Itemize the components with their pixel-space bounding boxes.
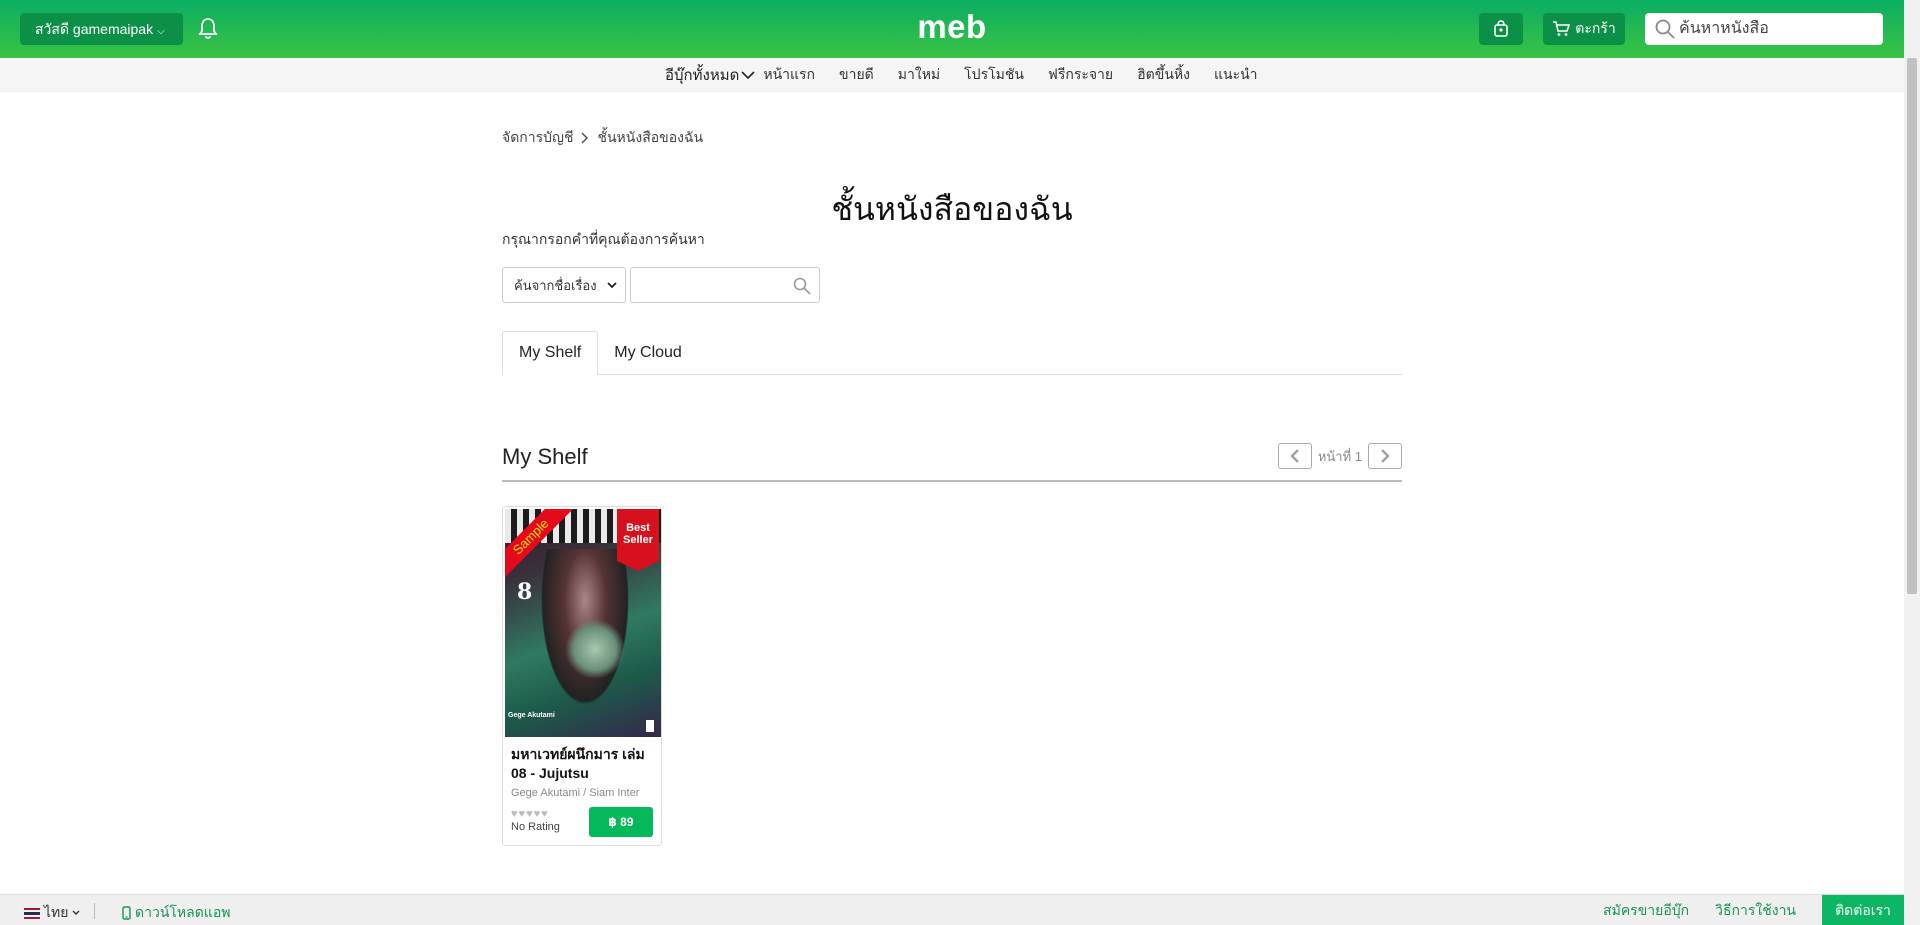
search-prompt: กรุณากรอกคำที่คุณต้องการค้นหา — [502, 231, 705, 247]
search-type-value: ค้นจากชื่อเรื่อง — [514, 277, 597, 293]
book-author[interactable]: Gege Akutami / Siam Inter — [511, 787, 657, 799]
page-scrollbar[interactable] — [1904, 0, 1920, 925]
best-seller-badge: Best Seller — [617, 509, 659, 571]
star-icon: ♥ — [511, 808, 518, 820]
nav-item-free[interactable]: ฟรีกระจาย — [1048, 64, 1113, 86]
star-icon: ♥ — [541, 808, 548, 820]
chevron-left-icon — [1290, 449, 1299, 463]
top-search-box[interactable] — [1645, 13, 1883, 45]
all-ebooks-label: อีบุ๊กทั้งหมด — [665, 67, 740, 84]
all-ebooks-menu[interactable]: อีบุ๊กทั้งหมด — [665, 63, 755, 87]
shelf-tabs: My Shelf My Cloud — [502, 331, 1402, 375]
chevron-right-icon — [581, 132, 589, 144]
seller-signup-link[interactable]: สมัครขายอีบุ๊ก — [1603, 900, 1689, 922]
rating-text: No Rating — [511, 821, 560, 833]
search-icon[interactable] — [793, 277, 811, 300]
book-cover-image[interactable]: 8 Gege Akutami Sample Best Seller — [505, 509, 661, 737]
nav-item-recommended[interactable]: แนะนำ — [1214, 64, 1258, 86]
nav-item-bestseller[interactable]: ขายดี — [839, 64, 874, 86]
top-search-input[interactable] — [1679, 20, 1869, 38]
book-title[interactable]: มหาเวทย์ผนึกมาร เล่ม 08 - Jujutsu — [511, 745, 657, 783]
meb-logo[interactable]: meb — [900, 8, 1004, 46]
breadcrumb-account[interactable]: จัดการบัญชี — [502, 127, 573, 149]
top-bar: สวัสดี gamemaipak ⌵ meb ตะกร้า — [0, 0, 1904, 58]
tab-my-cloud[interactable]: My Cloud — [598, 331, 698, 374]
thai-flag-icon — [24, 907, 40, 919]
breadcrumb: จัดการบัญชี ชั้นหนังสือของฉัน — [502, 127, 703, 149]
language-selector[interactable]: ไทย — [24, 902, 80, 924]
download-app-label: ดาวน์โหลดแอพ — [135, 904, 231, 920]
badge-line-2: Seller — [623, 534, 653, 546]
nav-item-hits[interactable]: ฮิตขึ้นหิ้ง — [1137, 64, 1190, 86]
page-indicator: หน้าที่ 1 — [1317, 448, 1362, 464]
star-icon: ♥ — [533, 808, 541, 820]
next-page-button[interactable] — [1368, 443, 1402, 469]
star-icon: ♥ — [526, 808, 533, 820]
cart-button[interactable]: ตะกร้า — [1543, 13, 1625, 45]
star-icon: ♥ — [518, 808, 526, 820]
tab-my-shelf[interactable]: My Shelf — [502, 331, 599, 375]
notification-bell-icon[interactable] — [198, 17, 218, 41]
chevron-down-icon — [72, 910, 80, 915]
download-app-link[interactable]: ดาวน์โหลดแอพ — [122, 902, 230, 924]
category-nav: อีบุ๊กทั้งหมด หน้าแรก ขายดี มาใหม่ โปรโม… — [0, 58, 1904, 92]
nav-item-promotion[interactable]: โปรโมชัน — [964, 64, 1024, 86]
greeting-text: สวัสดี gamemaipak — [35, 21, 154, 37]
cover-volume-number: 8 — [517, 579, 533, 605]
language-label: ไทย — [44, 904, 69, 920]
publisher-logo-icon — [645, 719, 655, 733]
cover-author-text: Gege Akutami — [508, 712, 555, 719]
book-card[interactable]: 8 Gege Akutami Sample Best Seller มหาเวท… — [502, 506, 662, 846]
chevron-down-icon: ⌵ — [157, 26, 165, 37]
shelf-search-input[interactable] — [630, 267, 820, 303]
badge-line-1: Best — [626, 522, 650, 534]
nav-item-home[interactable]: หน้าแรก — [763, 64, 815, 86]
cover-arm-art — [565, 619, 625, 679]
chevron-down-icon — [741, 71, 755, 80]
rating-stars: ♥ ♥ ♥ ♥ ♥ — [511, 808, 548, 820]
contact-button[interactable]: ติดต่อเรา — [1822, 895, 1904, 925]
cart-label: ตะกร้า — [1575, 20, 1616, 36]
pager: หน้าที่ 1 — [1277, 443, 1402, 469]
price-button[interactable]: ฿ 89 — [589, 807, 653, 837]
scrollbar-thumb[interactable] — [1907, 58, 1917, 594]
footer-divider — [94, 903, 95, 919]
phone-icon — [122, 906, 131, 920]
chevron-down-icon — [607, 281, 617, 288]
nav-item-new[interactable]: มาใหม่ — [898, 64, 940, 86]
cart-icon — [1553, 21, 1571, 36]
account-menu-button[interactable]: สวัสดี gamemaipak ⌵ — [20, 13, 183, 45]
breadcrumb-current: ชั้นหนังสือของฉัน — [597, 129, 704, 145]
search-icon — [1655, 19, 1675, 39]
how-to-link[interactable]: วิธีการใช้งาน — [1715, 900, 1796, 922]
footer-bar: ไทย ดาวน์โหลดแอพ สมัครขายอีบุ๊ก วิธีการใ… — [0, 894, 1904, 925]
search-type-select[interactable]: ค้นจากชื่อเรื่อง — [502, 267, 626, 303]
chevron-right-icon — [1381, 449, 1390, 463]
section-title: My Shelf — [502, 444, 588, 469]
prev-page-button[interactable] — [1277, 443, 1312, 469]
shopping-bag-button[interactable] — [1479, 13, 1523, 45]
shelf-section-header: My Shelf หน้าที่ 1 — [502, 440, 1402, 482]
shopping-bag-icon — [1494, 20, 1508, 37]
page-title: ชั้นหนังสือของฉัน — [831, 191, 1073, 227]
